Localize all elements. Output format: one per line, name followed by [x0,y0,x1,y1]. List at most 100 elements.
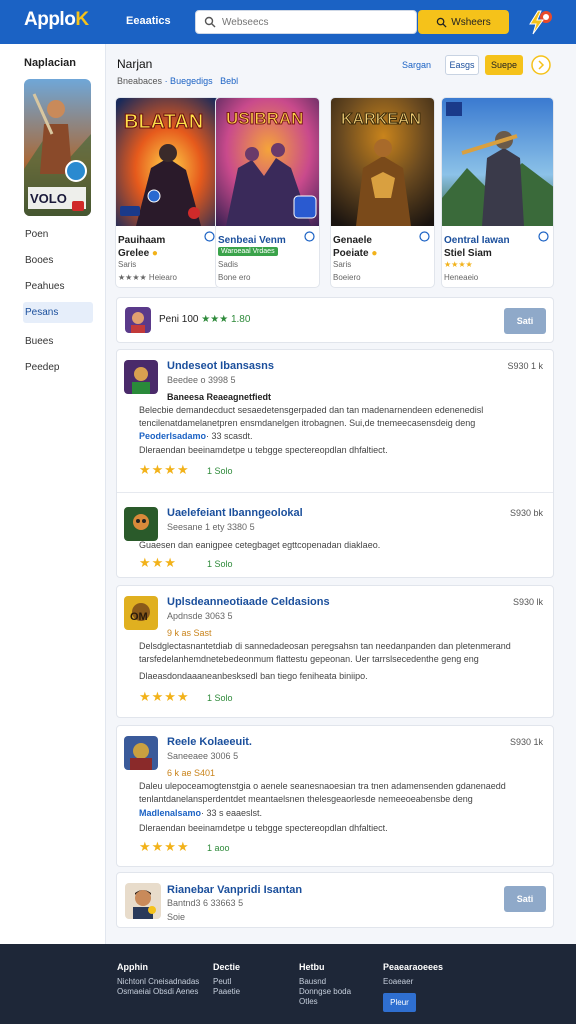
footer: Apphin Nichtonl Cneisadnadas Osmaeiai Obs… [0,944,576,1024]
subtitle-a: Bneabaces [117,76,163,86]
bottom-item-row[interactable]: Rianebar Vanpridi Isantan Bantnd3 6 3366… [116,872,554,928]
top-header: ApploK Eeaatics Wsheers [0,0,576,44]
subtitle-c[interactable]: Bebl [220,76,238,86]
review-title: 9 k as Sast [167,628,212,638]
reviewer-name[interactable]: Reele Kolaeeuit. [167,736,252,748]
subtitle-b[interactable]: · Buegedigs [165,76,213,86]
game-art-image [442,98,553,226]
highlight-text: Peni 100 ★★★ 1.80 [159,314,250,325]
game-title: Genaele Poeiate ● [333,234,413,260]
review-body-line3: Dleraendan beeinamdetpe u tebgge specter… [139,445,388,455]
reviewer-name[interactable]: Undeseot Ibansasns [167,360,274,372]
review-card: OM Uplsdeanneotiaade Celdasions S930 lk … [116,585,554,718]
art-title: USIBRAN [226,109,303,128]
game-title-line1: Genaele [333,235,372,246]
footer-link[interactable]: Nichtonl Cneisadnadas [117,977,199,986]
review-title: 6 k ae S401 [167,768,216,778]
review-title: Baneesa Reaeagnetfiedt [167,392,272,402]
footer-button[interactable]: Pleur [383,993,416,1012]
reviewer-avatar [124,736,158,770]
reviewer-name[interactable]: Uaelefeiant Ibanngeolokal [167,507,303,519]
footer-link[interactable]: Paaetie [213,987,240,996]
game-title-line2: Poeiate [333,248,369,259]
footer-link[interactable]: Eoaeaer [383,977,413,986]
game-art-image: BLATAN [116,98,219,226]
reviewer-avatar [124,360,158,394]
game-meta: Saris [333,260,352,269]
review-link[interactable]: Peoderlsadamo [139,431,206,441]
svg-text:OM: OM [130,611,148,623]
next-arrow-icon[interactable] [531,55,551,75]
info-icon[interactable] [304,231,315,242]
search-button[interactable]: Wsheers [418,10,509,34]
featured-game-art[interactable]: VOLO [24,79,91,216]
notification-bolt-icon[interactable] [526,7,556,37]
review-date: S930 lk [512,597,543,607]
search-button-label: Wsheers [451,16,491,28]
highlight-avatar [125,307,151,333]
review-link[interactable]: Madlenalsamo [139,808,201,818]
section-link[interactable]: Sargan [402,60,431,70]
game-title: Pauihaam Grelee ● [118,234,198,260]
footer-link[interactable]: Osmaeiai Obsdi Aenes [117,987,198,996]
sidebar-item-2[interactable]: Peahues [23,276,93,297]
review-votes[interactable]: 1 aoo [207,843,230,853]
bottom-item-name[interactable]: Rianebar Vanpridi Isantan [167,884,302,896]
footer-col3-links: Bausnd Donngse boda Otles [299,977,351,1007]
section-title: Narjan [117,57,153,71]
review-meta: Seesane 1 ety 3380 5 [167,522,255,532]
review-body-line1: Daleu ulepoceamogtenstgia o aenele seane… [139,781,506,791]
divider [117,492,553,493]
search-box[interactable] [195,10,417,34]
footer-link[interactable]: Otles [299,997,318,1006]
footer-col1-links: Nichtonl Cneisadnadas Osmaeiai Obsdi Aene… [117,977,199,997]
highlight-button[interactable]: Sati [504,308,546,334]
info-icon[interactable] [204,231,215,242]
review-meta: Apdnsde 3063 5 [167,611,233,621]
footer-link[interactable]: Donngse boda [299,987,351,996]
game-rating: Heneaeio [444,273,479,282]
review-votes[interactable]: 1 Solo [207,559,233,569]
review-body-line2: tarsfedelanhemdnetebedeonmum flattestu g… [139,654,479,664]
bottom-item-meta: Bantnd3 6 33663 5 [167,898,244,908]
reviewer-name[interactable]: Uplsdeanneotiaade Celdasions [167,596,330,608]
sidebar-item-0[interactable]: Poen [23,224,93,245]
sidebar-item-1[interactable]: Booes [23,250,93,271]
reviews-panel: Undeseot Ibansasns S930 1 k Beedee o 399… [116,349,554,578]
nav-link[interactable]: Eeaatics [126,15,171,27]
highlight-name: Peni 100 [159,314,199,325]
review-votes[interactable]: 1 Solo [207,466,233,476]
info-icon[interactable] [538,231,549,242]
app-logo[interactable]: ApploK [24,9,89,31]
game-title-line1: Pauihaam [118,235,166,246]
bottom-item-button[interactable]: Sati [504,886,546,912]
footer-link[interactable]: Bausnd [299,977,326,986]
review-meta: Beedee o 3998 5 [167,375,236,385]
sort-button[interactable]: Suepe [485,55,523,75]
game-card[interactable]: USIBRAN Senbeai Venm Waroeaal Vrdaes Sad… [215,97,320,288]
highlight-row[interactable]: Peni 100 ★★★ 1.80 Sati [116,297,554,343]
review-stars: ★★★ [139,555,177,570]
review-meta: Saneeaee 3006 5 [167,751,239,761]
review-link-meta: · 33 s eaaeslst. [201,808,263,818]
game-card[interactable]: BLATAN Pauihaam Grelee ● Saris ★★★★ Heiea… [115,97,220,288]
review-body-line1: Delsdglectasnantetdiab di sannedadeosan … [139,641,511,651]
highlight-score: 1.80 [230,314,251,325]
footer-col4-title: Peaearaoeees [383,962,444,972]
game-badge: Waroeaal Vrdaes [218,247,278,256]
review-votes[interactable]: 1 Solo [207,693,233,703]
search-input[interactable] [222,14,407,31]
sidebar-item-4[interactable]: Buees [23,331,93,352]
featured-art-image: VOLO [24,79,91,216]
sidebar-item-5[interactable]: Peedep [23,357,93,378]
review-card: Reele Kolaeeuit. S930 1k Saneeaee 3006 5… [116,725,554,867]
game-title-line1: Oentral Iawan [444,235,510,246]
footer-link[interactable]: Peutl [213,977,231,986]
search-icon [436,17,447,28]
filter-button[interactable]: Easgs [445,55,479,75]
info-icon[interactable] [419,231,430,242]
game-art-image: USIBRAN [216,98,319,226]
sidebar-item-3-active[interactable]: Pesans [23,302,93,323]
game-card[interactable]: KARKEAN Genaele Poeiate ● Saris Boeiero [330,97,435,288]
game-card[interactable]: Oentral Iawan Stiel Siam ★★★★ Heneaeio [441,97,554,288]
